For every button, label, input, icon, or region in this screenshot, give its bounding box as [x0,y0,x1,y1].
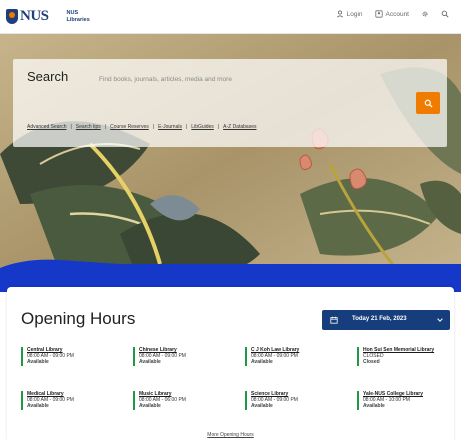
date-picker-button[interactable]: Today 21 Feb, 2023 [322,310,450,330]
search-panel: Search Advanced Search | Search tips | C… [13,59,447,147]
library-status: Available [363,403,385,410]
search-link-reserves[interactable]: Course Reserves [110,124,149,130]
link-separator: | [217,124,220,130]
search-button[interactable] [416,92,440,114]
search-quick-links: Advanced Search | Search tips | Course R… [27,124,256,130]
more-opening-hours-link[interactable]: More Opening Hours [7,432,454,438]
search-title: Search [27,69,69,84]
login-button[interactable]: Login [336,10,363,18]
header-actions: Login Account [336,10,449,18]
logo-text: NUS [20,8,49,24]
user-icon [336,10,343,18]
search-link-databases[interactable]: A-Z Databases [223,124,256,130]
search-link-ejournals[interactable]: E-Journals [158,124,182,130]
library-item[interactable]: Hon Sui Sen Memorial Library CLOSED Clos… [357,347,457,366]
library-status: Available [251,403,273,410]
library-status: Available [139,359,161,366]
link-separator: | [152,124,155,130]
library-item[interactable]: Yale-NUS College Library 08:00 AM - 10:0… [357,391,457,410]
search-input[interactable] [99,73,399,85]
library-status: Available [27,359,49,366]
library-status: Available [27,403,49,410]
library-name-line-2: Libraries [66,16,90,23]
calendar-icon [330,316,338,324]
library-status: Closed [363,359,380,366]
hero-banner: Search Advanced Search | Search tips | C… [0,34,461,284]
account-button[interactable]: Account [374,10,410,18]
login-label: Login [346,10,363,18]
library-item[interactable]: C J Koh Law Library 08:00 AM - 09:00 PM … [245,347,345,366]
link-separator: | [70,124,72,130]
nus-logo[interactable]: NUS [6,8,49,25]
link-separator: | [185,124,188,130]
library-item[interactable]: Science Library 08:00 AM - 09:00 PM Avai… [245,391,345,410]
search-link-advanced[interactable]: Advanced Search [27,124,66,130]
library-status: Available [139,403,161,410]
nus-crest-icon [6,9,18,24]
library-item[interactable]: Central Library 08:00 AM - 09:00 PM Avai… [21,347,121,366]
search-link-libguides[interactable]: LibGuides [191,124,214,130]
gear-icon[interactable] [421,10,429,18]
library-item[interactable]: Medical Library 08:00 AM - 09:00 PM Avai… [21,391,121,410]
opening-hours-title: Opening Hours [21,309,136,328]
account-label: Account [385,10,410,18]
person-icon [374,10,383,18]
library-item[interactable]: Chinese Library 08:00 AM - 09:00 PM Avai… [133,347,233,366]
top-navigation-bar: NUS NUS Libraries Login Account [0,0,461,34]
library-name[interactable]: NUS Libraries [67,10,90,23]
search-icon[interactable] [441,10,449,18]
search-icon [424,99,433,108]
date-label: Today 21 Feb, 2023 [352,316,407,322]
chevron-down-icon [437,318,443,322]
link-separator: | [104,124,107,130]
opening-hours-card: Opening Hours Today 21 Feb, 2023 Central… [7,287,454,440]
library-item[interactable]: Music Library 08:00 AM - 06:00 PM Availa… [133,391,233,410]
library-status: Available [251,359,273,366]
search-link-tips[interactable]: Search tips [76,124,101,130]
